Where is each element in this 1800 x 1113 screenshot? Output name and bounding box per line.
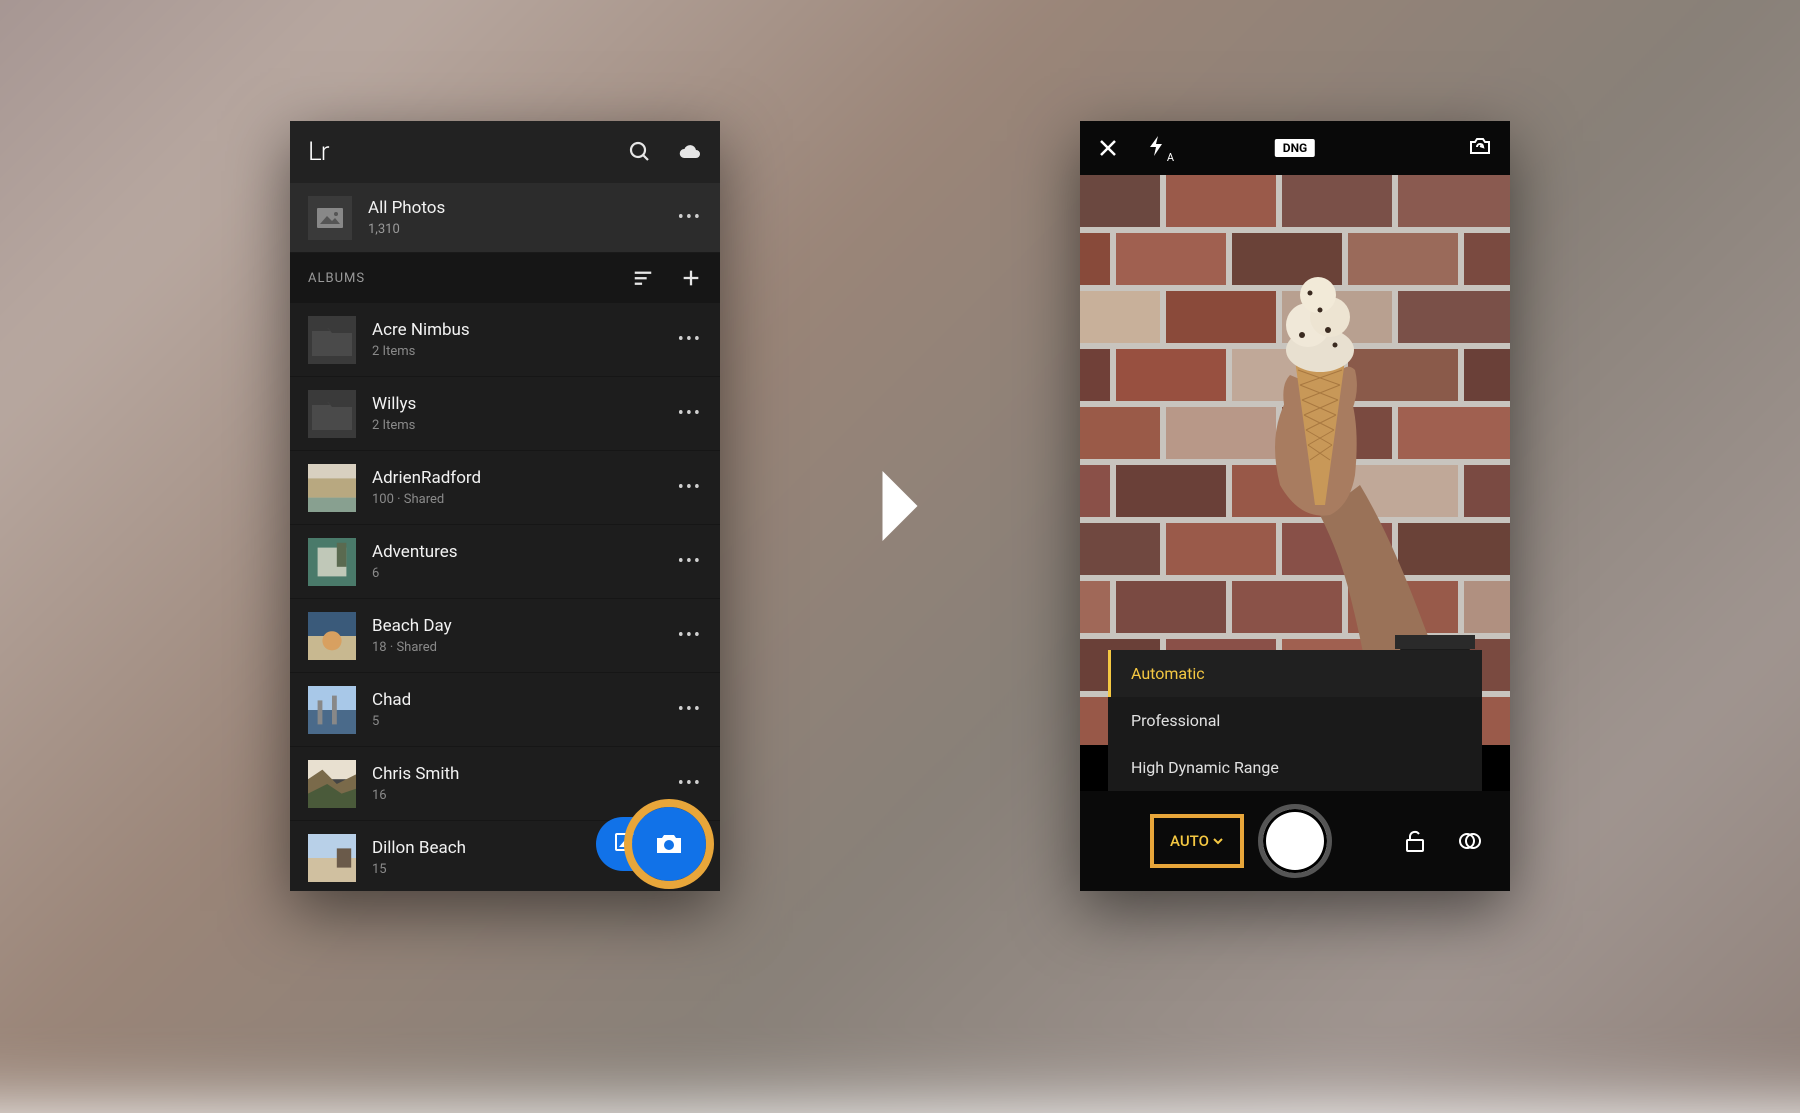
album-subtitle: 2 Items [372,344,470,359]
flash-icon [1146,134,1166,158]
camera-top-bar: A DNG [1080,121,1510,175]
add-icon[interactable] [680,267,702,289]
arrow-icon [883,471,918,541]
album-row[interactable]: Adventures 6 ••• [290,525,720,599]
folder-icon [308,390,356,438]
album-thumbnail [308,538,356,586]
album-row[interactable]: AdrienRadford 100 · Shared ••• [290,451,720,525]
album-name: Chris Smith [372,764,459,784]
all-photos-title: All Photos [368,198,445,218]
album-name: Willys [372,394,416,414]
switch-camera-icon[interactable] [1468,134,1492,158]
more-icon[interactable]: ••• [678,207,702,228]
album-name: Adventures [372,542,458,562]
album-row[interactable]: Chad 5 ••• [290,673,720,747]
albums-list: Acre Nimbus 2 Items ••• Willys 2 Items •… [290,303,720,891]
mode-selector-label: AUTO [1170,832,1209,850]
more-icon[interactable]: ••• [678,773,702,794]
app-header: Lr [290,121,720,183]
mode-professional[interactable]: Professional [1108,697,1482,744]
lightroom-camera-screen: A DNG [1080,121,1510,891]
all-photos-row[interactable]: All Photos 1,310 ••• [290,183,720,253]
camera-button[interactable] [632,807,706,881]
mode-automatic[interactable]: Automatic [1108,650,1482,697]
album-subtitle: 15 [372,862,466,877]
search-icon[interactable] [628,140,652,164]
album-thumbnail [308,686,356,734]
album-folder[interactable]: Willys 2 Items ••• [290,377,720,451]
mode-selector-button[interactable]: AUTO [1150,814,1244,868]
more-icon[interactable]: ••• [678,625,702,646]
fab-container [596,817,702,871]
flash-mode-label: A [1167,151,1174,164]
album-name: Chad [372,690,411,710]
albums-section-header: ALBUMS [290,253,720,303]
more-icon[interactable]: ••• [678,699,702,720]
filter-icon[interactable] [1458,829,1482,853]
album-subtitle: 2 Items [372,418,416,433]
albums-label: ALBUMS [308,271,365,286]
more-icon[interactable]: ••• [678,551,702,572]
lightroom-albums-screen: Lr All Photos 1,310 ••• ALBUMS [290,121,720,891]
camera-mode-menu: Automatic Professional High Dynamic Rang… [1108,650,1482,791]
photos-icon [308,196,352,240]
camera-bottom-bar: AUTO [1080,791,1510,891]
album-name: Acre Nimbus [372,320,470,340]
sort-icon[interactable] [632,267,654,289]
album-subtitle: 6 [372,566,458,581]
album-subtitle: 5 [372,714,411,729]
shutter-button[interactable] [1258,804,1332,878]
album-thumbnail [308,760,356,808]
chevron-down-icon [1212,835,1224,847]
flash-button[interactable]: A [1146,134,1166,162]
close-icon[interactable] [1098,138,1118,158]
camera-icon [653,828,685,860]
more-icon[interactable]: ••• [678,329,702,350]
more-icon[interactable]: ••• [678,403,702,424]
mode-hdr[interactable]: High Dynamic Range [1108,744,1482,791]
album-name: AdrienRadford [372,468,481,488]
lock-icon[interactable] [1404,829,1426,853]
album-subtitle: 100 · Shared [372,492,481,507]
album-thumbnail [308,834,356,882]
album-row[interactable]: Beach Day 18 · Shared ••• [290,599,720,673]
album-thumbnail [308,612,356,660]
album-thumbnail [308,464,356,512]
album-subtitle: 18 · Shared [372,640,452,655]
album-name: Dillon Beach [372,838,466,858]
album-name: Beach Day [372,616,452,636]
format-badge[interactable]: DNG [1275,139,1315,157]
all-photos-count: 1,310 [368,222,445,237]
lightroom-logo: Lr [308,137,328,167]
folder-icon [308,316,356,364]
album-subtitle: 16 [372,788,459,803]
album-folder[interactable]: Acre Nimbus 2 Items ••• [290,303,720,377]
cloud-icon[interactable] [678,140,702,164]
more-icon[interactable]: ••• [678,477,702,498]
